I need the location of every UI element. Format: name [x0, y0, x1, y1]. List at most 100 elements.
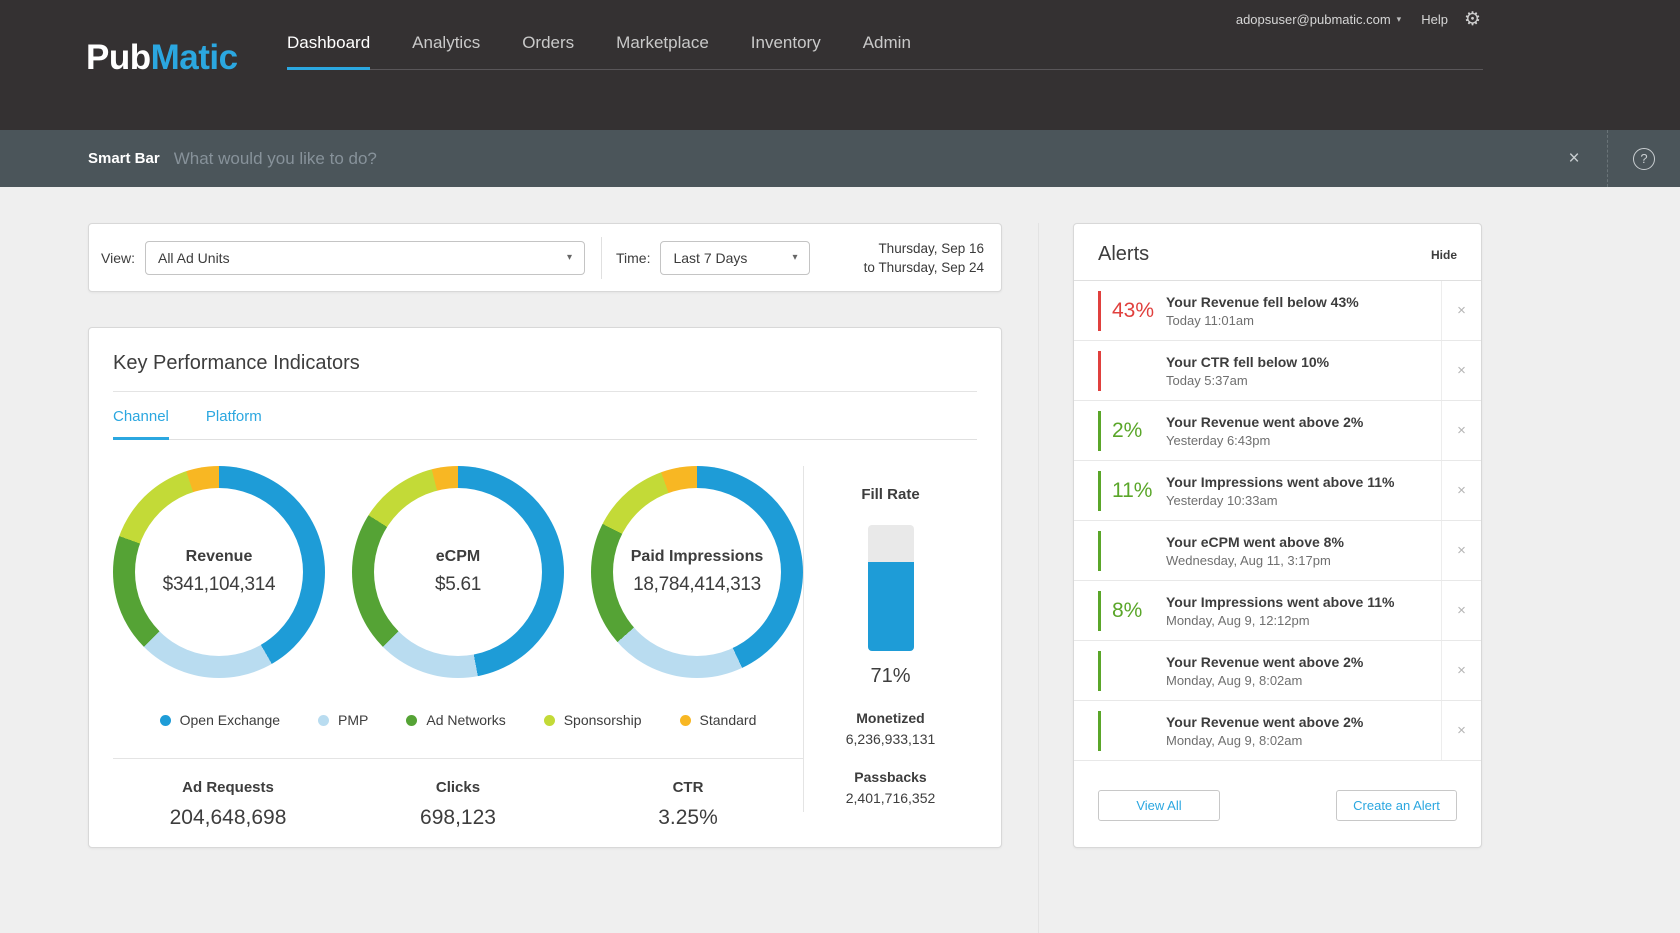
donut-metric-label: Revenue — [186, 548, 253, 566]
view-dropdown[interactable]: All Ad Units ▾ — [145, 241, 585, 275]
alert-texts: Your Revenue went above 2% Monday, Aug 9… — [1166, 714, 1441, 748]
tab-channel[interactable]: Channel — [113, 408, 169, 440]
help-link[interactable]: Help — [1421, 12, 1448, 27]
smart-bar-label: Smart Bar — [88, 150, 160, 167]
pubmatic-logo[interactable]: PubMatic — [86, 38, 238, 78]
alert-percent: 43% — [1112, 299, 1166, 323]
legend-item-pmp: PMP — [318, 712, 368, 728]
alert-row: Your eCPM went above 8% Wednesday, Aug 1… — [1074, 521, 1481, 581]
nav-item-analytics[interactable]: Analytics — [412, 33, 480, 69]
alert-time: Wednesday, Aug 11, 3:17pm — [1166, 553, 1433, 568]
alert-dismiss-button[interactable]: × — [1441, 401, 1481, 460]
user-menu: adopsuser@pubmatic.com ▾ Help ⚙︎ — [1236, 10, 1481, 29]
close-icon: × — [1457, 602, 1466, 619]
stats-divider — [113, 758, 803, 759]
time-dropdown[interactable]: Last 7 Days ▾ — [660, 241, 810, 275]
alert-row: 11% Your Impressions went above 11% Yest… — [1074, 461, 1481, 521]
nav-item-orders[interactable]: Orders — [522, 33, 574, 69]
alert-dismiss-button[interactable]: × — [1441, 521, 1481, 580]
main-nav: Dashboard Analytics Orders Marketplace Inven… — [287, 33, 1483, 70]
user-email[interactable]: adopsuser@pubmatic.com — [1236, 12, 1391, 27]
stat-clicks: Clicks 698,123 — [343, 779, 573, 830]
alert-dismiss-button[interactable]: × — [1441, 701, 1481, 760]
smart-bar: Smart Bar × ? — [0, 130, 1680, 187]
alert-dismiss-button[interactable]: × — [1441, 461, 1481, 520]
close-icon: × — [1457, 302, 1466, 319]
donut-center: Revenue $341,104,314 — [135, 488, 303, 656]
tab-platform[interactable]: Platform — [206, 408, 262, 439]
alert-row: 43% Your Revenue fell below 43% Today 11… — [1074, 281, 1481, 341]
donut-chart: Revenue $341,104,314 — [113, 466, 325, 678]
alert-dismiss-button[interactable]: × — [1441, 341, 1481, 400]
legend-item-sponsorship: Sponsorship — [544, 712, 642, 728]
monetized-value: 6,236,933,131 — [804, 731, 977, 747]
donut-chart-revenue: Revenue $341,104,314 — [113, 466, 325, 678]
alert-dismiss-button[interactable]: × — [1441, 281, 1481, 340]
legend-item-open-exchange: Open Exchange — [160, 712, 280, 728]
alert-row: Your CTR fell below 10% Today 5:37am × — [1074, 341, 1481, 401]
alert-time: Monday, Aug 9, 8:02am — [1166, 673, 1433, 688]
alert-title: Your Impressions went above 11% — [1166, 474, 1433, 490]
top-bar: PubMatic Dashboard Analytics Orders Marketp… — [0, 0, 1680, 130]
stat-ad-requests: Ad Requests 204,648,698 — [113, 779, 343, 830]
alert-dismiss-button[interactable]: × — [1441, 641, 1481, 700]
close-icon: × — [1457, 722, 1466, 739]
legend-item-standard: Standard — [680, 712, 757, 728]
alert-title: Your Revenue went above 2% — [1166, 414, 1433, 430]
donut-metric-label: eCPM — [436, 548, 480, 566]
view-label: View: — [101, 250, 135, 266]
alert-severity-bar — [1098, 411, 1101, 451]
stat-label: Clicks — [343, 779, 573, 796]
nav-item-inventory[interactable]: Inventory — [751, 33, 821, 69]
alert-percent: 2% — [1112, 419, 1166, 443]
alerts-hide-button[interactable]: Hide — [1431, 248, 1457, 262]
chart-legend: Open Exchange PMP Ad Networks Sponsorshi… — [113, 712, 803, 728]
alert-time: Yesterday 6:43pm — [1166, 433, 1433, 448]
alert-time: Monday, Aug 9, 8:02am — [1166, 733, 1433, 748]
close-icon: × — [1457, 662, 1466, 679]
alerts-footer: View All Create an Alert — [1074, 790, 1481, 847]
nav-item-admin[interactable]: Admin — [863, 33, 911, 69]
kpi-panel: Key Performance Indicators Channel Platfo… — [88, 327, 1002, 848]
legend-dot-icon — [406, 715, 417, 726]
donut-metric-label: Paid Impressions — [631, 548, 764, 566]
legend-label: Ad Networks — [426, 712, 505, 728]
kpi-charts-column: Revenue $341,104,314 eCPM $5.61 Paid Imp… — [113, 466, 803, 830]
smart-bar-input[interactable] — [174, 149, 1541, 169]
legend-label: Open Exchange — [180, 712, 280, 728]
chevron-down-icon: ▾ — [792, 252, 797, 263]
alert-severity-bar — [1098, 291, 1101, 331]
time-label: Time: — [616, 250, 650, 266]
kpi-body: Revenue $341,104,314 eCPM $5.61 Paid Imp… — [113, 466, 977, 830]
nav-item-marketplace[interactable]: Marketplace — [616, 33, 709, 69]
alert-row: 8% Your Impressions went above 11% Monda… — [1074, 581, 1481, 641]
kpi-title: Key Performance Indicators — [113, 352, 977, 375]
donut-center: Paid Impressions 18,784,414,313 — [613, 488, 781, 656]
legend-label: Sponsorship — [564, 712, 642, 728]
fill-rate-column: Fill Rate 71% Monetized 6,236,933,131 Pa… — [803, 466, 977, 812]
view-all-button[interactable]: View All — [1098, 790, 1220, 821]
alert-texts: Your Impressions went above 11% Monday, … — [1166, 594, 1441, 628]
smart-bar-close-button[interactable]: × — [1541, 130, 1607, 187]
alert-time: Today 11:01am — [1166, 313, 1433, 328]
fill-rate-title: Fill Rate — [804, 486, 977, 503]
smart-bar-help-button[interactable]: ? — [1608, 148, 1680, 170]
date-range-start: Thursday, Sep 16 — [864, 239, 984, 258]
alert-severity-bar — [1098, 471, 1101, 511]
logo-part-2: Matic — [151, 38, 238, 77]
stat-value: 698,123 — [343, 806, 573, 830]
alert-percent: 11% — [1112, 479, 1166, 503]
alert-texts: Your Revenue fell below 43% Today 11:01a… — [1166, 294, 1441, 328]
gear-icon[interactable]: ⚙︎ — [1464, 10, 1481, 29]
nav-item-dashboard[interactable]: Dashboard — [287, 33, 370, 70]
alert-texts: Your Revenue went above 2% Monday, Aug 9… — [1166, 654, 1441, 688]
alert-texts: Your Revenue went above 2% Yesterday 6:4… — [1166, 414, 1441, 448]
alert-percent: 8% — [1112, 599, 1166, 623]
alert-texts: Your eCPM went above 8% Wednesday, Aug 1… — [1166, 534, 1441, 568]
chevron-down-icon[interactable]: ▾ — [1397, 14, 1402, 25]
alert-dismiss-button[interactable]: × — [1441, 581, 1481, 640]
create-alert-button[interactable]: Create an Alert — [1336, 790, 1457, 821]
alerts-header: Alerts Hide — [1074, 224, 1481, 280]
donut-metric-value: 18,784,414,313 — [633, 574, 761, 596]
alert-title: Your Revenue fell below 43% — [1166, 294, 1433, 310]
